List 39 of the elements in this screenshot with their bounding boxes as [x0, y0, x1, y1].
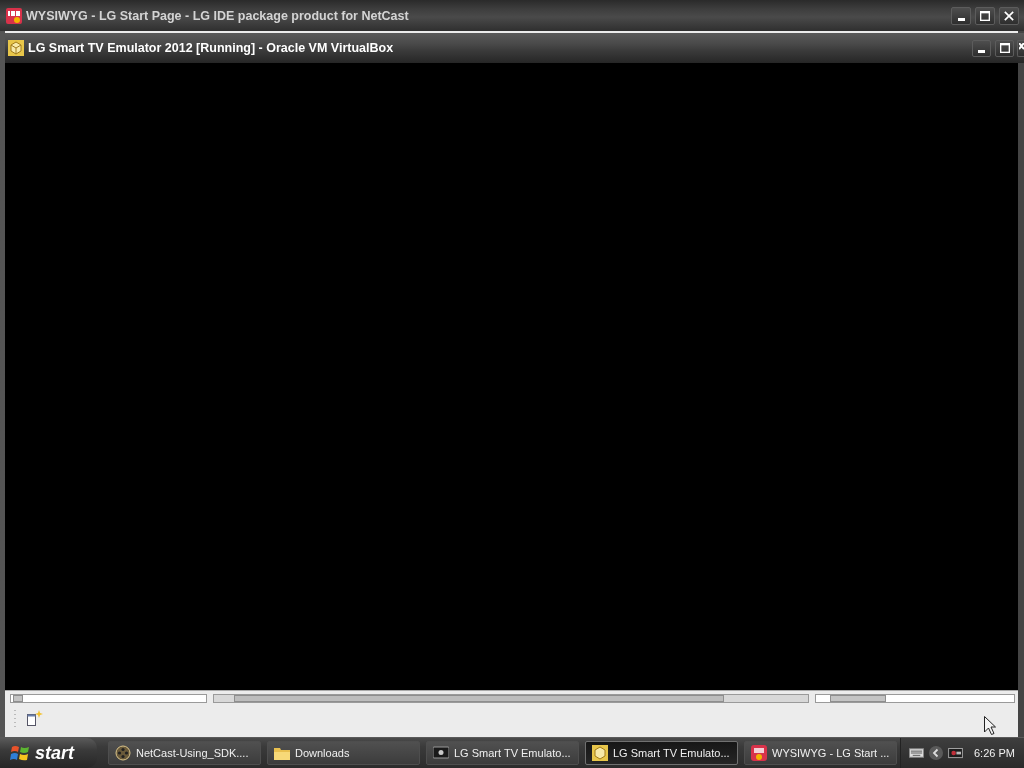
cube-icon [8, 40, 24, 56]
minimize-button[interactable] [951, 6, 971, 25]
chevron-left-icon [929, 746, 943, 760]
taskbar-button[interactable]: LG Smart TV Emulato... [585, 741, 738, 765]
app-badge-icon [751, 745, 767, 761]
maximize-icon [980, 10, 990, 21]
window-title: WYSIWYG - LG Start Page - LG IDE package product for NetCast [26, 8, 409, 23]
maximize-icon [999, 43, 1010, 53]
close-button[interactable] [1017, 39, 1024, 57]
cube-icon [592, 745, 608, 761]
scrollbar-thumb[interactable] [13, 694, 23, 702]
show-hidden-icons-button[interactable] [929, 746, 943, 760]
scrollbar-thumb[interactable] [830, 694, 886, 702]
horizontal-scrollbar[interactable] [10, 693, 207, 703]
close-button[interactable] [999, 6, 1019, 25]
app-badge-icon [6, 7, 22, 24]
minimize-icon [957, 17, 965, 21]
start-button[interactable]: start [0, 738, 97, 768]
scrollbar-thumb[interactable] [234, 694, 724, 702]
folder-icon [274, 745, 290, 761]
taskbar-button[interactable]: NetCast-Using_SDK.... [108, 741, 261, 765]
close-icon [1004, 10, 1014, 21]
horizontal-scrollbar[interactable] [213, 693, 809, 703]
taskbar-button[interactable]: Downloads [267, 741, 420, 765]
minimize-icon [978, 49, 985, 53]
tv-icon [433, 745, 449, 761]
window-sparkle-icon[interactable] [27, 710, 43, 726]
clock[interactable]: 6:26 PM [974, 747, 1015, 759]
keyboard-icon[interactable] [909, 748, 924, 758]
maximize-button[interactable] [975, 6, 995, 25]
horizontal-scrollbar[interactable] [815, 693, 1015, 703]
window-title: LG Smart TV Emulator 2012 [Running] - Oracle VM VirtualBox [28, 41, 394, 55]
film-reel-icon [115, 745, 131, 761]
maximize-button[interactable] [995, 39, 1014, 57]
minimize-button[interactable] [972, 39, 991, 57]
taskbar-button[interactable]: WYSIWYG - LG Start ... [744, 741, 897, 765]
taskbar-button[interactable]: LG Smart TV Emulato... [426, 741, 579, 765]
tv-icon[interactable] [948, 747, 963, 759]
windows-flag-icon [10, 743, 30, 763]
